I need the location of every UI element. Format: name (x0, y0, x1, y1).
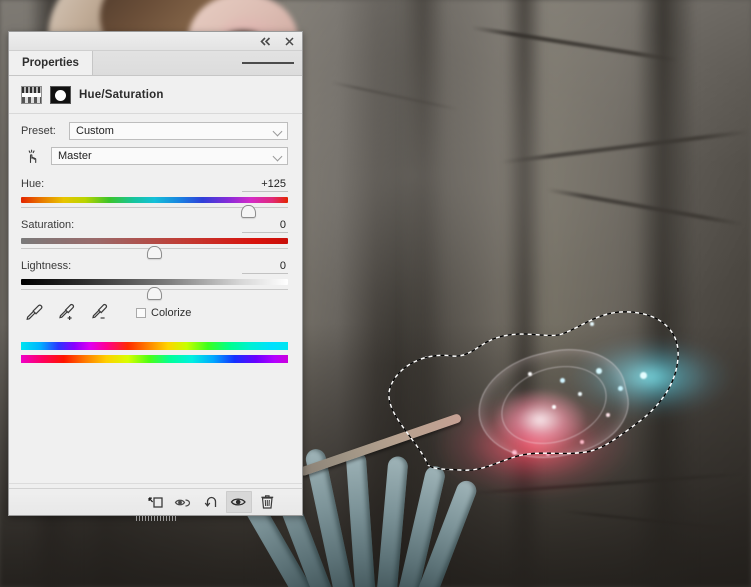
result-color-ramp (21, 342, 288, 350)
saturation-value-field[interactable]: 0 (242, 219, 288, 233)
resize-grip-icon[interactable] (135, 515, 176, 521)
panel-tab-row[interactable]: Properties (9, 51, 302, 76)
panel-body: Hue/Saturation Preset: Custom Master Hue… (9, 76, 302, 483)
properties-panel[interactable]: Properties Hue/Saturation Preset: Custom (8, 31, 303, 521)
chevron-down-icon (272, 126, 283, 137)
subtract-from-sample-eyedropper[interactable] (91, 303, 111, 323)
wand-core-glow (495, 390, 585, 450)
channel-row: Master (9, 140, 302, 166)
reset-button[interactable] (198, 491, 224, 513)
adjustment-title: Hue/Saturation (79, 89, 164, 101)
panel-footer (9, 488, 302, 521)
clip-to-layer-button[interactable] (142, 491, 168, 513)
saturation-slider-track[interactable] (21, 238, 288, 249)
colorize-checkbox[interactable] (136, 308, 146, 318)
colorize-checkbox-row[interactable]: Colorize (136, 307, 191, 319)
sample-color-eyedropper[interactable] (25, 303, 45, 323)
delete-adjustment-layer-button[interactable] (254, 491, 280, 513)
colorize-label: Colorize (151, 307, 192, 319)
chevron-down-icon (272, 151, 283, 162)
view-previous-state-button[interactable] (170, 491, 196, 513)
layer-mask-icon[interactable] (50, 86, 71, 104)
hue-label: Hue: (21, 178, 45, 190)
panel-menu-icon[interactable] (242, 51, 302, 75)
lightness-label: Lightness: (21, 260, 72, 272)
panel-titlebar[interactable] (9, 32, 302, 51)
hue-slider-block: Hue: +125 (9, 166, 302, 208)
add-to-sample-eyedropper[interactable] (58, 303, 78, 323)
lightness-slider-track[interactable] (21, 279, 288, 290)
hue-slider-track[interactable] (21, 197, 288, 208)
preset-row: Preset: Custom (9, 114, 302, 140)
tab-properties[interactable]: Properties (9, 51, 93, 75)
saturation-label: Saturation: (21, 219, 75, 231)
hue-slider-thumb[interactable] (241, 205, 254, 216)
source-color-ramp[interactable] (21, 355, 288, 363)
adjustment-header: Hue/Saturation (9, 76, 302, 113)
preset-value: Custom (76, 125, 114, 137)
targeted-adjustment-tool-icon[interactable] (21, 146, 45, 166)
hue-saturation-adjustment-icon[interactable] (21, 86, 42, 104)
preset-label: Preset: (21, 125, 56, 137)
saturation-slider-block: Saturation: 0 (9, 203, 302, 249)
color-ramps (9, 323, 302, 363)
preset-select[interactable]: Custom (69, 122, 288, 140)
channel-select[interactable]: Master (51, 147, 288, 165)
saturation-slider-thumb[interactable] (147, 246, 160, 257)
channel-value: Master (58, 150, 92, 162)
lightness-value-field[interactable]: 0 (242, 260, 288, 274)
lightness-slider-thumb[interactable] (147, 287, 160, 298)
close-icon[interactable] (283, 35, 296, 48)
hue-value-field[interactable]: +125 (242, 178, 288, 192)
toggle-layer-visibility-button[interactable] (226, 491, 252, 513)
collapse-panel-icon[interactable] (259, 35, 272, 48)
